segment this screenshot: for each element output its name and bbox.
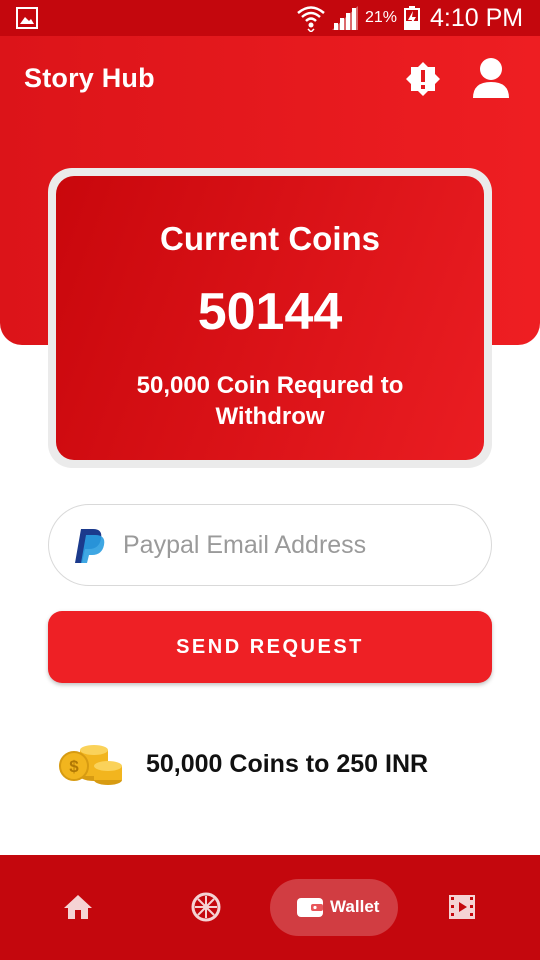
wifi-icon bbox=[297, 6, 325, 32]
cellular-signal-icon bbox=[332, 6, 358, 30]
video-icon bbox=[449, 895, 475, 919]
nav-videos[interactable] bbox=[446, 891, 478, 923]
svg-text:$: $ bbox=[69, 757, 79, 776]
battery-charging-icon bbox=[404, 6, 420, 30]
bottom-navigation: Wallet bbox=[0, 855, 540, 960]
home-icon bbox=[64, 895, 92, 919]
send-request-button[interactable]: SEND REQUEST bbox=[48, 611, 492, 683]
nav-spin[interactable] bbox=[190, 891, 222, 923]
paypal-icon bbox=[75, 529, 105, 563]
app-title: Story Hub bbox=[24, 63, 155, 93]
battery-percent: 21% bbox=[365, 9, 398, 26]
conversion-rate-text: 50,000 Coins to 250 INR bbox=[146, 750, 429, 778]
gallery-icon bbox=[16, 7, 38, 29]
coin-balance: 50144 bbox=[197, 283, 343, 341]
nav-wallet-label: Wallet bbox=[330, 897, 380, 916]
paypal-email-input[interactable] bbox=[123, 525, 463, 565]
coin-card-inner: Current Coins 50144 50,000 Coin Requred … bbox=[56, 176, 484, 460]
withdraw-requirement-note: 50,000 Coin Requred to Withdrow bbox=[136, 372, 404, 430]
spin-wheel-icon bbox=[191, 892, 221, 922]
alert-button[interactable] bbox=[404, 60, 442, 98]
coin-card: Current Coins 50144 50,000 Coin Requred … bbox=[48, 168, 492, 468]
clock: 4:10 PM bbox=[430, 4, 524, 32]
wallet-icon bbox=[297, 898, 323, 917]
alert-badge-icon bbox=[406, 62, 440, 96]
person-icon bbox=[473, 58, 509, 98]
coin-card-title: Current Coins bbox=[159, 220, 380, 257]
nav-wallet[interactable]: Wallet bbox=[270, 879, 398, 936]
paypal-email-field[interactable] bbox=[48, 504, 492, 586]
nav-home[interactable] bbox=[62, 891, 94, 923]
coins-icon: $ bbox=[59, 745, 122, 785]
conversion-rate: $ 50,000 Coins to 250 INR bbox=[58, 738, 488, 790]
status-bar: 21% 4:10 PM bbox=[0, 0, 540, 36]
profile-button[interactable] bbox=[470, 56, 512, 100]
